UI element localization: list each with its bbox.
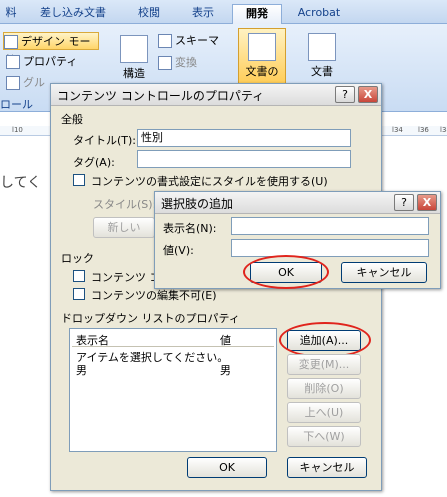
display-name-label: 表示名(N): [163, 222, 217, 235]
title-field[interactable]: 性別 [137, 129, 351, 147]
schema-icon [158, 34, 172, 48]
add-button-highlight [279, 322, 371, 358]
props-close-button[interactable]: X [358, 86, 378, 103]
delete-item-button[interactable]: 削除(O) [287, 378, 361, 399]
design-mode-button[interactable]: デザイン モード [3, 32, 99, 66]
transform-icon [158, 56, 172, 70]
choice-dialog-title: 選択肢の追加 [161, 197, 234, 211]
choice-close-button[interactable]: X [417, 194, 437, 211]
props-help-button[interactable]: ? [335, 86, 355, 103]
choice-titlebar: 選択肢の追加 ? X [155, 192, 440, 214]
choice-help-button[interactable]: ? [394, 194, 414, 211]
display-name-field[interactable] [231, 217, 429, 235]
tab-review[interactable]: 校閲 [124, 4, 174, 24]
title-field-label: タイトル(T): [73, 134, 137, 147]
list-item-value: 男 [220, 364, 231, 377]
tag-field-label: タグ(A): [73, 156, 115, 169]
header-divider [72, 346, 274, 347]
value-field[interactable] [231, 239, 429, 257]
props-titlebar: コンテンツ コントロールのプロパティ ? X [51, 84, 381, 106]
lock-edit-checkbox[interactable] [73, 288, 85, 300]
tag-field[interactable] [137, 150, 351, 168]
move-down-button[interactable]: 下へ(W) [287, 426, 361, 447]
lock-document-icon [248, 33, 276, 61]
tab-view[interactable]: 表示 [180, 4, 226, 24]
document-text: してく [0, 175, 42, 191]
transform-button[interactable]: 変換 [158, 54, 218, 72]
dropdown-section-label: ドロップダウン リストのプロパティ [61, 312, 240, 325]
list-item-display[interactable]: アイテムを選択してください。 [76, 349, 228, 365]
schema-button[interactable]: スキーマ [158, 32, 228, 50]
document-template-label: 文書 [311, 65, 333, 78]
general-section-label: 全般 [61, 113, 83, 126]
document-protect-label: 文書の [245, 65, 279, 78]
ruler-tick-34: l34 [392, 126, 403, 134]
ruler-tick-38: l38 [440, 126, 447, 134]
use-style-checkbox[interactable] [73, 174, 85, 186]
tab-mailings[interactable]: 差し込み文書 [28, 4, 118, 24]
design-mode-icon [4, 35, 18, 49]
tab-developer[interactable]: 開発 [232, 4, 282, 24]
lock-section-label: ロック [61, 252, 94, 265]
ok-button-highlight [243, 255, 329, 289]
dropdown-list[interactable]: 表示名 値 アイテムを選択してください。 男 男 [69, 328, 277, 452]
props-dialog-title: コンテンツ コントロールのプロパティ [57, 89, 265, 103]
lock-delete-checkbox[interactable] [73, 270, 85, 282]
properties-label: プロパティ [23, 55, 78, 68]
style-field-label: スタイル(S): [93, 198, 157, 211]
use-style-label: コンテンツの書式設定にスタイルを使用する(U) [91, 175, 328, 188]
structure-icon [120, 35, 148, 63]
modify-item-button[interactable]: 変更(M)... [287, 354, 361, 375]
ruler-tick-36: l36 [418, 126, 429, 134]
document-protect-button[interactable]: 文書の [238, 28, 286, 86]
group-label: グル [23, 76, 45, 89]
lock-edit-label: コンテンツの編集不可(E) [91, 289, 217, 302]
new-style-button[interactable]: 新しい [93, 217, 155, 238]
transform-label: 変換 [175, 56, 197, 69]
value-label: 値(V): [163, 244, 194, 257]
add-choice-dialog: 選択肢の追加 ? X 表示名(N): 値(V): OK キャンセル [154, 191, 441, 289]
new-style-label: 新しい [107, 221, 141, 234]
word-document-icon [308, 33, 336, 61]
move-up-button[interactable]: 上へ(U) [287, 402, 361, 423]
group-icon [6, 76, 20, 90]
tab-reference[interactable]: 料 [0, 4, 22, 24]
properties-icon [6, 55, 20, 69]
properties-button[interactable]: プロパティ [6, 53, 96, 71]
structure-label: 構造 [123, 67, 145, 80]
structure-button[interactable]: 構造 [112, 30, 156, 88]
choice-cancel-button[interactable]: キャンセル [341, 262, 427, 283]
props-ok-button[interactable]: OK [187, 457, 267, 478]
list-item-display[interactable]: 男 [76, 362, 87, 378]
tab-acrobat[interactable]: Acrobat [288, 4, 350, 24]
props-cancel-button[interactable]: キャンセル [287, 457, 367, 478]
ribbon-tab-bar: 料 差し込み文書 校閲 表示 開発 Acrobat [0, 0, 447, 24]
schema-label: スキーマ [175, 34, 219, 47]
controls-group-label: ロール [0, 98, 33, 111]
document-template-button[interactable]: 文書 [298, 28, 346, 86]
ruler-tick-10: l10 [12, 126, 23, 134]
